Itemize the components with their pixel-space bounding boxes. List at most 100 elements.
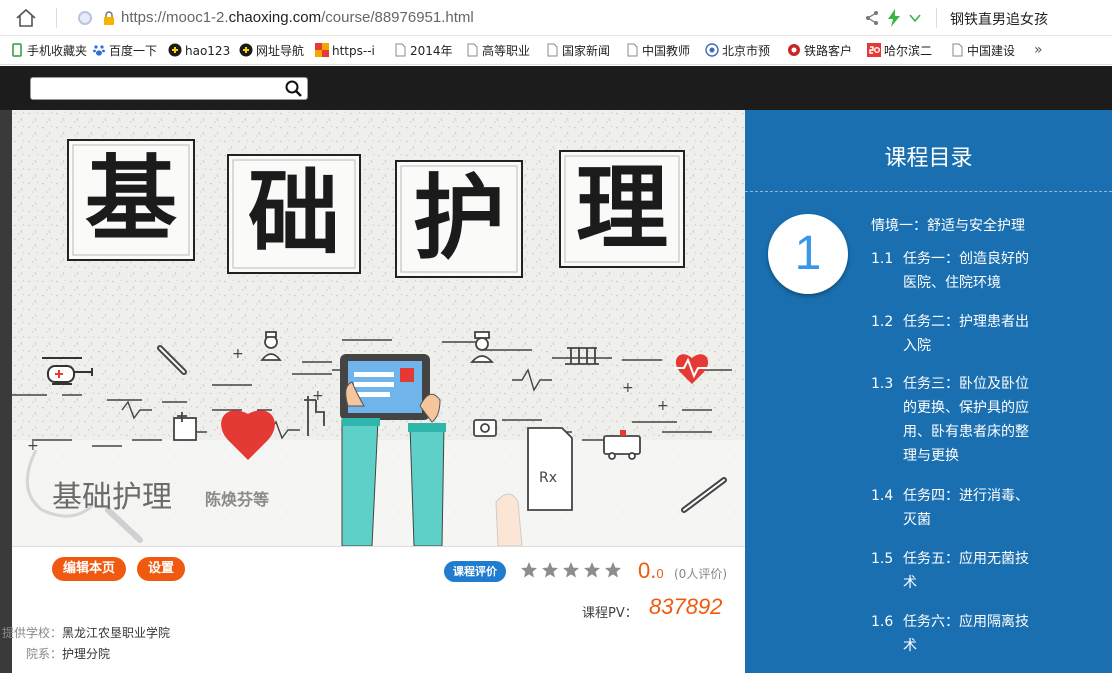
- star-icon[interactable]: [583, 561, 601, 579]
- meta-department: 院系：护理分院: [0, 645, 110, 662]
- score-integer: 0.: [638, 558, 657, 583]
- task-item[interactable]: 1.5 任务五：应用无菌技 术: [871, 547, 1061, 595]
- task-title-line: 医院、住院环境: [903, 275, 1001, 291]
- task-item[interactable]: 1.3 任务三：卧位及卧位 的更换、保护具的应 用、卧有患者床的整 理与更换: [871, 372, 1061, 468]
- security-shield-icon[interactable]: [78, 11, 92, 25]
- bookmarks-overflow-button[interactable]: »: [1034, 42, 1043, 58]
- task-title-line: 理与更换: [903, 448, 959, 464]
- lock-icon[interactable]: [101, 10, 117, 26]
- divider: [936, 8, 937, 28]
- svg-text:Rx: Rx: [539, 470, 557, 486]
- bookmark-item[interactable]: 高等职业: [465, 43, 530, 59]
- chapter-title[interactable]: 情境一：舒适与安全护理: [871, 215, 1025, 235]
- bookmark-item[interactable]: 铁路客户: [787, 43, 852, 59]
- star-icon[interactable]: [541, 561, 559, 579]
- meta-key: 院系：: [25, 647, 62, 661]
- headline-char-2: 础: [247, 160, 340, 267]
- bookmark-label: 网址导航: [256, 44, 305, 58]
- emblem-icon: [705, 43, 719, 57]
- task-number: 1.4: [871, 488, 894, 504]
- svg-text:+: +: [622, 380, 634, 396]
- home-icon[interactable]: [14, 6, 38, 30]
- url-path: /course/88976951.html: [321, 9, 474, 26]
- page-icon: [627, 43, 638, 57]
- bookmark-label: 百度一下: [109, 44, 158, 58]
- task-title-line: 灭菌: [903, 512, 931, 528]
- task-item[interactable]: 1.6 任务六：应用隔离技 术: [871, 610, 1061, 658]
- bookmark-label: 2014年: [410, 44, 453, 58]
- bookmark-label: https--i: [332, 44, 375, 58]
- star-icon[interactable]: [520, 561, 538, 579]
- settings-button[interactable]: 设置: [137, 557, 186, 581]
- bookmark-label: 高等职业: [482, 44, 531, 58]
- course-teacher: 陈焕芬等: [205, 490, 270, 509]
- task-title-line: 任务六：应用隔离技: [903, 614, 1029, 630]
- task-title-line: 任务四：进行消毒、: [903, 488, 1029, 504]
- task-number: 1.5: [871, 551, 894, 567]
- bookmark-item[interactable]: 手机收藏夹: [10, 43, 87, 59]
- task-title-line: 任务一：创造良好的: [903, 251, 1029, 267]
- svg-text:+: +: [312, 388, 324, 404]
- edit-page-button[interactable]: 编辑本页: [52, 557, 127, 581]
- bookmark-item[interactable]: 北京市预: [705, 43, 770, 59]
- headline-char-4: 理: [575, 155, 668, 262]
- lightning-icon[interactable]: [887, 9, 901, 27]
- task-title-line: 术: [903, 575, 917, 591]
- chevron-down-icon[interactable]: [908, 11, 922, 25]
- bookmark-item[interactable]: 国家新闻: [545, 43, 610, 59]
- star-icon[interactable]: [604, 561, 622, 579]
- bookmark-label: 北京市预: [722, 44, 771, 58]
- task-title-line: 的更换、保护具的应: [903, 400, 1029, 416]
- task-number: 1.6: [871, 614, 894, 630]
- bookmark-item[interactable]: 哈尔滨二: [867, 43, 932, 59]
- browser-address-bar: https://mooc1-2.chaoxing.com/course/8897…: [0, 0, 1112, 36]
- bookmark-label: 国家新闻: [562, 44, 611, 58]
- user-name[interactable]: 钢铁直男追女孩: [950, 9, 1048, 29]
- task-title-line: 入院: [903, 338, 931, 354]
- url-domain: chaoxing.com: [228, 9, 322, 26]
- task-item[interactable]: 1.2 任务二：护理患者出 入院: [871, 310, 1061, 358]
- search-icon[interactable]: [283, 79, 305, 99]
- divider: [56, 8, 57, 28]
- page-icon: [395, 43, 406, 57]
- task-number: 1.3: [871, 376, 894, 392]
- search-box: [30, 77, 308, 100]
- divider: [745, 191, 1112, 192]
- svg-text:+: +: [657, 398, 669, 414]
- task-title-line: 用、卧有患者床的整: [903, 424, 1029, 440]
- bookmark-label: 哈尔滨二: [884, 44, 933, 58]
- bookmark-label: 手机收藏夹: [27, 44, 88, 58]
- meta-key: 提供学校：: [1, 626, 62, 640]
- bookmark-item[interactable]: hao123: [168, 43, 230, 59]
- bookmark-item[interactable]: 网址导航: [239, 43, 304, 59]
- bookmark-item[interactable]: 百度一下: [92, 43, 157, 59]
- share-icon[interactable]: [864, 10, 880, 26]
- pv-label: 课程PV：: [582, 606, 638, 621]
- score-decimal: 0: [656, 566, 664, 581]
- railway-icon: [788, 44, 800, 56]
- bookmark-item[interactable]: 中国建设: [950, 43, 1015, 59]
- search-input[interactable]: [35, 79, 279, 98]
- 58-logo-icon: [867, 43, 881, 57]
- nav-site-icon: [239, 43, 253, 57]
- course-page: + + + + + Rx 基 础 护 理 基础护理 陈焕芬等 编辑本页 设置 课…: [0, 66, 1112, 673]
- rating-stars[interactable]: [520, 561, 625, 579]
- svg-text:+: +: [27, 438, 39, 454]
- baidu-paw-icon: [93, 45, 105, 56]
- bookmark-item[interactable]: https--i: [315, 43, 375, 59]
- task-number: 1.1: [871, 251, 894, 267]
- task-item[interactable]: 1.1 任务一：创造良好的 医院、住院环境: [871, 247, 1061, 295]
- course-banner: + + + + + Rx 基 础 护 理 基础护理 陈焕芬等: [12, 110, 745, 546]
- task-item[interactable]: 1.4 任务四：进行消毒、 灭菌: [871, 484, 1061, 532]
- rate-course-button[interactable]: 课程评价: [444, 561, 506, 582]
- star-icon[interactable]: [562, 561, 580, 579]
- bookmark-label: 铁路客户: [804, 44, 853, 58]
- bookmark-item[interactable]: 2014年: [393, 43, 453, 59]
- meta-value: 黑龙江农垦职业学院: [62, 626, 171, 640]
- url-field[interactable]: https://mooc1-2.chaoxing.com/course/8897…: [121, 9, 474, 26]
- task-title-line: 术: [903, 638, 917, 654]
- bookmark-label: 中国教师: [642, 44, 691, 58]
- bookmark-item[interactable]: 中国教师: [625, 43, 690, 59]
- pinwheel-icon: [315, 43, 329, 57]
- course-title: 基础护理: [52, 480, 172, 515]
